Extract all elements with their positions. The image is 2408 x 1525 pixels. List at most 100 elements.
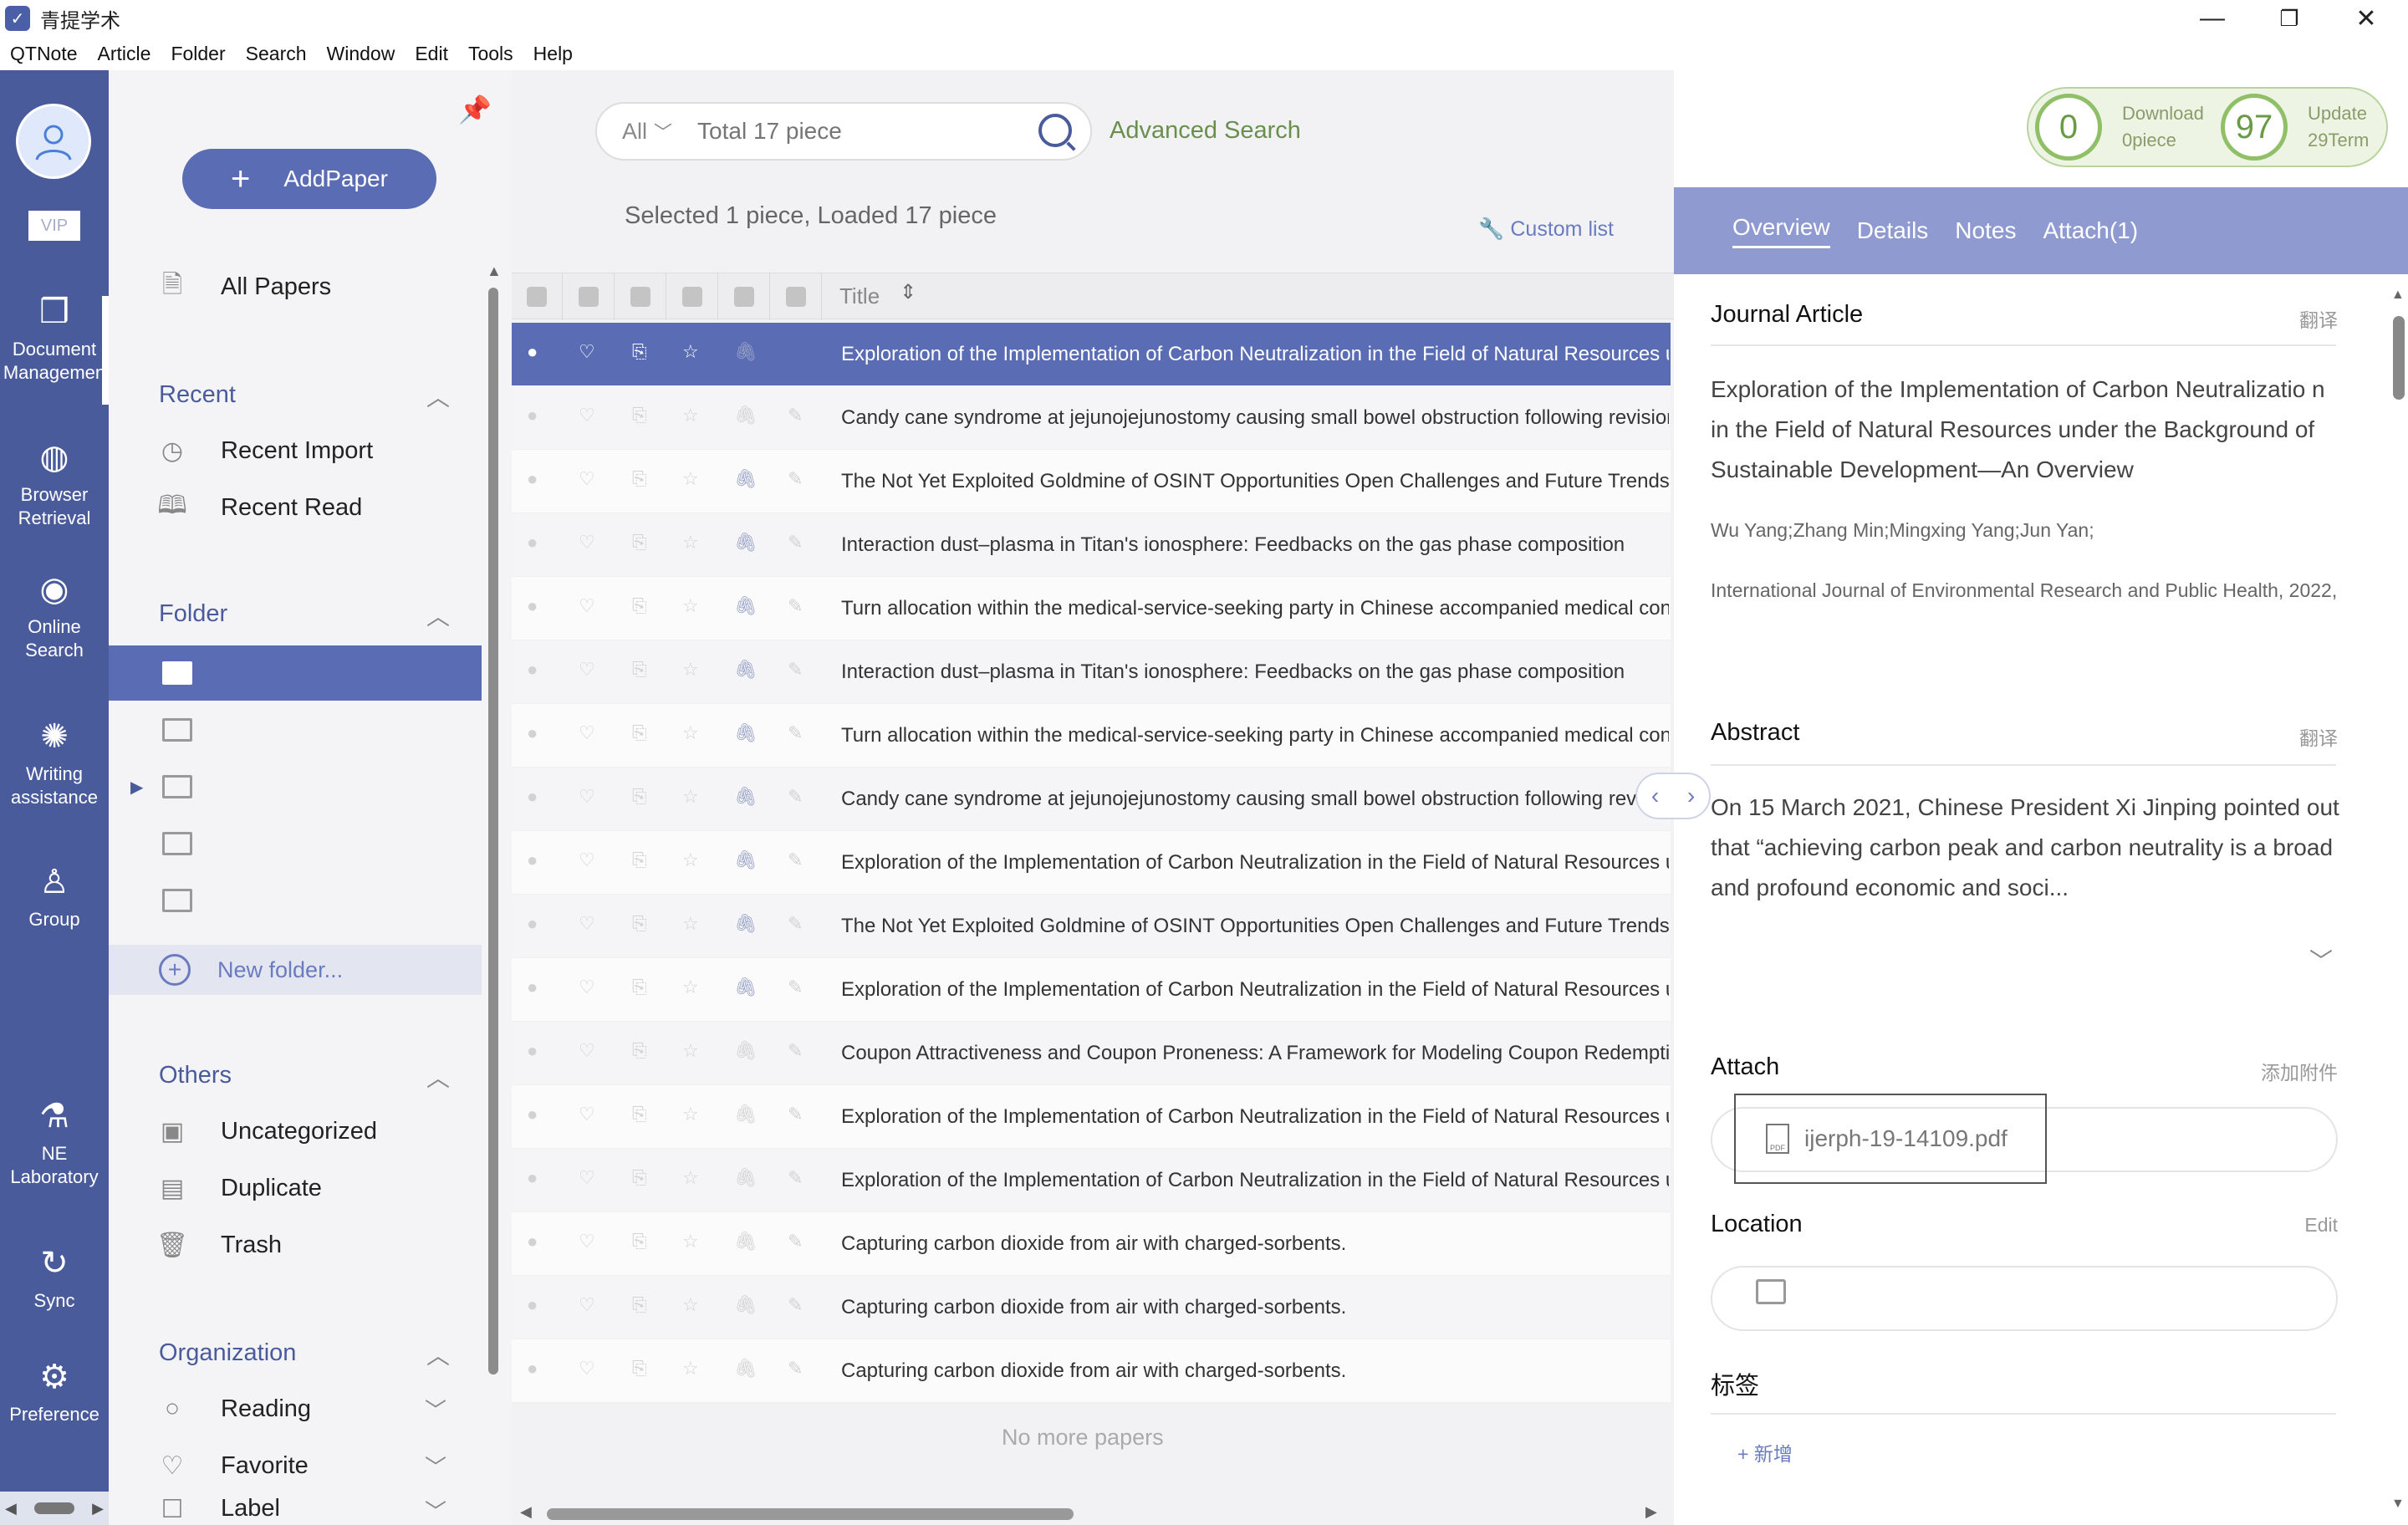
star-icon[interactable]: ☆	[682, 1104, 699, 1125]
table-row[interactable]: ● ♡ ⎘ ☆ 🖇 ✎ Capturing carbon dioxide from air …	[512, 1212, 1671, 1276]
read-status-icon[interactable]: ●	[527, 977, 538, 998]
sidebar-item-uncategorized[interactable]: ▣ Uncategorized	[109, 1104, 482, 1159]
bookmark-icon[interactable]: ⎘	[632, 405, 647, 426]
menu-folder[interactable]: Folder	[161, 43, 235, 65]
read-status-icon[interactable]: ●	[527, 1167, 538, 1189]
read-status-icon[interactable]: ●	[527, 532, 538, 553]
pencil-icon[interactable]: ✎	[788, 977, 803, 998]
rail-preference[interactable]: ⚙ Preference	[0, 1358, 109, 1426]
scroll-left-icon[interactable]: ◀	[5, 1500, 17, 1517]
search-scope-select[interactable]: All	[622, 119, 647, 145]
title-column-header[interactable]: Title	[839, 283, 880, 309]
bookmark-icon[interactable]: ⎘	[632, 913, 647, 935]
pencil-icon[interactable]: ✎	[788, 1294, 803, 1316]
pencil-icon[interactable]: ✎	[788, 1040, 803, 1062]
table-row[interactable]: ● ♡ ⎘ ☆ 🖇 ✎ The Not Yet Exploited Goldmine of …	[512, 450, 1671, 513]
scroll-right-icon[interactable]: ▶	[1645, 1503, 1657, 1521]
pencil-icon[interactable]: ✎	[788, 659, 803, 681]
table-row[interactable]: ● ♡ ⎘ ☆ 🖇 ✎ The Not Yet Exploited Goldmine of …	[512, 895, 1671, 958]
menu-edit[interactable]: Edit	[405, 43, 458, 65]
vip-badge[interactable]: VIP	[28, 211, 80, 241]
star-icon[interactable]: ☆	[682, 1294, 699, 1316]
read-status-icon[interactable]: ●	[527, 1231, 538, 1252]
read-status-icon[interactable]: ●	[527, 849, 538, 871]
sidebar-item-duplicate[interactable]: ▤ Duplicate	[109, 1160, 482, 1216]
scroll-left-icon[interactable]: ◀	[520, 1503, 532, 1521]
star-icon[interactable]: ☆	[682, 1040, 699, 1062]
pencil-icon[interactable]: ✎	[788, 786, 803, 808]
bookmark-icon[interactable]: ⎘	[632, 1294, 647, 1316]
paperclip-icon[interactable]: 🖇	[734, 532, 758, 553]
close-button[interactable]: ✕	[2328, 0, 2405, 37]
read-status-icon[interactable]: ●	[527, 722, 538, 744]
scroll-up-icon[interactable]: ▲	[487, 263, 502, 280]
heart-icon[interactable]: ♡	[579, 722, 595, 744]
add-attachment-link[interactable]: 添加附件	[2261, 1057, 2338, 1085]
rail-document-management[interactable]: ❒ Document Managemen	[0, 293, 109, 385]
scroll-thumb[interactable]	[488, 288, 498, 1375]
tab-attach[interactable]: Attach(1)	[2043, 217, 2138, 244]
update-counter[interactable]: 97	[2221, 94, 2288, 161]
star-icon[interactable]: ☆	[682, 913, 699, 935]
chevron-down-icon[interactable]: ﹀	[425, 1495, 446, 1525]
folder-header[interactable]: Folder	[159, 600, 227, 628]
menu-window[interactable]: Window	[317, 43, 406, 65]
scroll-right-icon[interactable]: ▶	[92, 1500, 104, 1517]
scroll-thumb[interactable]	[34, 1502, 74, 1514]
table-row[interactable]: ● ♡ ⎘ ☆ 🖇 ✎ Interaction dust–plasma in Titan's…	[512, 513, 1671, 577]
menu-help[interactable]: Help	[523, 43, 583, 65]
advanced-search-link[interactable]: Advanced Search	[1110, 117, 1301, 145]
paperclip-icon[interactable]: 🖇	[734, 595, 758, 617]
bookmark-icon[interactable]: ⎘	[632, 722, 647, 744]
sidebar-item-favorite[interactable]: ♡ Favorite ﹀	[109, 1438, 482, 1493]
pencil-icon[interactable]: ✎	[788, 722, 803, 744]
heart-icon[interactable]: ♡	[579, 341, 595, 363]
paperclip-icon[interactable]: 🖇	[734, 722, 758, 744]
rail-ne-laboratory[interactable]: ⚗ NE Laboratory	[0, 1097, 109, 1189]
read-status-icon[interactable]: ●	[527, 659, 538, 681]
heart-icon[interactable]: ♡	[579, 405, 595, 426]
tab-overview[interactable]: Overview	[1732, 214, 1830, 248]
table-row[interactable]: ● ♡ ⎘ ☆ 🖇 ✎ Capturing carbon dioxide from air …	[512, 1339, 1671, 1403]
attachment-file[interactable]: PDF ijerph-19-14109.pdf	[1734, 1094, 2047, 1184]
read-status-icon[interactable]: ●	[527, 1294, 538, 1316]
panel-nav-arrows[interactable]: ‹ ›	[1635, 773, 1711, 819]
table-row[interactable]: ● ♡ ⎘ ☆ 🖇 ✎ Candy cane syndrome at jejunojejun…	[512, 768, 1671, 831]
heart-icon[interactable]: ♡	[579, 1358, 595, 1380]
minimize-button[interactable]: —	[2174, 0, 2251, 37]
heart-icon[interactable]: ♡	[579, 913, 595, 935]
heart-icon[interactable]: ♡	[579, 786, 595, 808]
bookmark-icon[interactable]: ⎘	[632, 341, 647, 363]
heart-icon[interactable]: ♡	[579, 1104, 595, 1125]
paperclip-icon[interactable]: 🖇	[734, 849, 758, 871]
search-input[interactable]	[697, 118, 999, 145]
rail-scrollbar[interactable]: ◀ ▶	[0, 1492, 109, 1525]
scroll-up-icon[interactable]: ▲	[2391, 288, 2405, 303]
rail-browser-retrieval[interactable]: ◍ Browser Retrieval	[0, 438, 109, 530]
scroll-thumb[interactable]	[547, 1508, 1074, 1520]
bookmark-icon[interactable]: ⎘	[632, 659, 647, 681]
rail-online-search[interactable]: ◉ Online Search	[0, 570, 109, 662]
heart-icon[interactable]: ♡	[579, 595, 595, 617]
sidebar-scrollbar[interactable]: ▲ ▼	[487, 263, 502, 1525]
add-tag-button[interactable]: + 新增	[1737, 1438, 1793, 1466]
chevron-down-icon[interactable]: ﹀	[2309, 943, 2333, 977]
folder-item[interactable]	[109, 702, 482, 757]
bookmark-icon[interactable]: ⎘	[632, 1358, 647, 1380]
heart-icon[interactable]: ♡	[579, 977, 595, 998]
bookmark-icon[interactable]: ⎘	[632, 1104, 647, 1125]
download-counter[interactable]: 0	[2035, 94, 2102, 161]
tab-notes[interactable]: Notes	[1955, 217, 2016, 244]
bookmark-icon[interactable]: ⎘	[632, 849, 647, 871]
translate-link[interactable]: 翻译	[2299, 304, 2338, 333]
star-icon[interactable]: ☆	[682, 1231, 699, 1252]
paperclip-icon[interactable]: 🖇	[734, 1231, 758, 1252]
star-icon[interactable]: ☆	[682, 849, 699, 871]
sidebar-item-recent-read[interactable]: 🕮 Recent Read	[109, 480, 482, 535]
sidebar-item-all-papers[interactable]: 🗎 All Papers	[109, 259, 482, 314]
detail-scrollbar[interactable]: ▲ ▼	[2388, 288, 2408, 1525]
user-avatar[interactable]	[16, 104, 91, 179]
table-row[interactable]: ● ♡ ⎘ ☆ 🖇 ✎ Exploration of the Implementation …	[512, 958, 1671, 1022]
read-status-icon[interactable]: ●	[527, 786, 538, 808]
heart-icon[interactable]: ♡	[579, 532, 595, 553]
